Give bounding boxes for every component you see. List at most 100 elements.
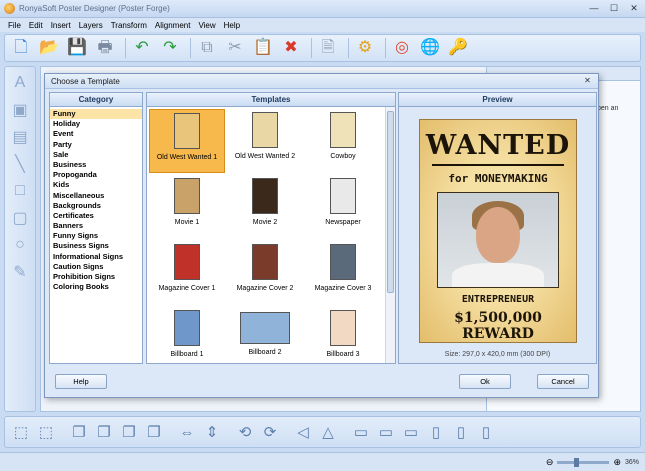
undo-icon[interactable]: ↶ bbox=[130, 37, 154, 59]
web-globe-icon[interactable]: 🌐 bbox=[418, 37, 442, 59]
template-item[interactable]: Magazine Cover 1 bbox=[149, 241, 225, 305]
image-frame-tool-icon[interactable]: ▤ bbox=[9, 126, 31, 148]
template-thumbnail bbox=[252, 112, 278, 148]
template-item[interactable]: Movie 1 bbox=[149, 175, 225, 239]
template-item[interactable]: Old West Wanted 2 bbox=[227, 109, 303, 173]
preview-pane: Preview WANTED for MONEYMAKING ENTREPREN… bbox=[398, 92, 597, 364]
maximize-button[interactable]: ☐ bbox=[607, 2, 621, 14]
template-thumbnail bbox=[252, 178, 278, 214]
template-item[interactable]: Old West Wanted 1 bbox=[149, 109, 225, 173]
group-icon[interactable]: ⬚ bbox=[11, 422, 31, 442]
pencil-tool-icon[interactable]: ✎ bbox=[9, 261, 31, 283]
rectangle-tool-icon[interactable]: □ bbox=[9, 180, 31, 202]
help-lifebuoy-icon[interactable]: ◎ bbox=[390, 37, 414, 59]
templates-header: Templates bbox=[147, 93, 395, 107]
settings-icon[interactable]: ⚙ bbox=[353, 37, 377, 59]
category-item[interactable]: Sale bbox=[50, 150, 142, 160]
menu-edit[interactable]: Edit bbox=[25, 21, 47, 30]
minimize-button[interactable]: — bbox=[587, 2, 601, 14]
menu-alignment[interactable]: Alignment bbox=[151, 21, 195, 30]
close-button[interactable]: ✕ bbox=[627, 2, 641, 14]
bring-forward-icon[interactable]: ❐ bbox=[119, 422, 139, 442]
line-tool-icon[interactable]: ╲ bbox=[9, 153, 31, 175]
template-item[interactable]: Billboard 3 bbox=[305, 307, 381, 363]
templates-scrollbar-thumb[interactable] bbox=[387, 111, 394, 293]
category-item[interactable]: Party bbox=[50, 140, 142, 150]
template-label: Magazine Cover 3 bbox=[314, 285, 372, 292]
rotate-left-icon[interactable]: ⟲ bbox=[235, 422, 255, 442]
print-icon[interactable]: 🖶 bbox=[93, 37, 117, 59]
category-item[interactable]: Certificates bbox=[50, 211, 142, 221]
zoom-out-icon[interactable]: ⊖ bbox=[546, 457, 554, 468]
category-item[interactable]: Propoganda bbox=[50, 170, 142, 180]
align-middle-icon[interactable]: ▯ bbox=[451, 422, 471, 442]
zoom-in-icon[interactable]: ⊕ bbox=[613, 457, 621, 468]
paste-icon[interactable]: 📋 bbox=[251, 37, 275, 59]
new-icon[interactable]: 🗋 bbox=[9, 37, 33, 59]
save-icon[interactable]: 💾 bbox=[65, 37, 89, 59]
template-item[interactable]: Billboard 2 bbox=[227, 307, 303, 363]
cut-icon[interactable]: ✂ bbox=[223, 37, 247, 59]
rotate-right-icon[interactable]: ⟳ bbox=[260, 422, 280, 442]
menu-insert[interactable]: Insert bbox=[47, 21, 75, 30]
redo-icon[interactable]: ↷ bbox=[158, 37, 182, 59]
menu-help[interactable]: Help bbox=[220, 21, 244, 30]
category-item[interactable]: Funny Signs bbox=[50, 231, 142, 241]
skew-right-icon[interactable]: △ bbox=[318, 422, 338, 442]
properties-icon[interactable]: 🗎 bbox=[316, 37, 340, 59]
zoom-slider[interactable] bbox=[557, 457, 610, 467]
menu-view[interactable]: View bbox=[194, 21, 219, 30]
category-item[interactable]: Coloring Books bbox=[50, 282, 142, 292]
key-icon[interactable]: 🔑 bbox=[446, 37, 470, 59]
templates-scrollbar[interactable] bbox=[385, 107, 395, 363]
zoom-slider-knob[interactable] bbox=[574, 457, 580, 467]
template-item[interactable]: Cowboy bbox=[305, 109, 381, 173]
align-center-icon[interactable]: ▭ bbox=[376, 422, 396, 442]
template-item[interactable]: Movie 2 bbox=[227, 175, 303, 239]
category-item[interactable]: Informational Signs bbox=[50, 252, 142, 262]
category-item[interactable]: Holiday bbox=[50, 119, 142, 129]
template-item[interactable]: Newspaper bbox=[305, 175, 381, 239]
flip-vertical-icon[interactable]: ⇕ bbox=[202, 422, 222, 442]
align-right-icon[interactable]: ▭ bbox=[401, 422, 421, 442]
category-item[interactable]: Prohibition Signs bbox=[50, 272, 142, 282]
align-bottom-icon[interactable]: ▯ bbox=[476, 422, 496, 442]
open-icon[interactable]: 📂 bbox=[37, 37, 61, 59]
copy-icon[interactable]: ⧉ bbox=[195, 37, 219, 59]
bring-front-icon[interactable]: ❐ bbox=[69, 422, 89, 442]
category-item[interactable]: Business Signs bbox=[50, 241, 142, 251]
template-item[interactable]: Magazine Cover 2 bbox=[227, 241, 303, 305]
help-button[interactable]: Help bbox=[55, 374, 107, 389]
category-item[interactable]: Backgrounds bbox=[50, 201, 142, 211]
category-item[interactable]: Event bbox=[50, 129, 142, 139]
delete-icon[interactable]: ✖ bbox=[279, 37, 303, 59]
text-tool-icon[interactable]: A bbox=[9, 72, 31, 94]
ok-button[interactable]: Ok bbox=[459, 374, 511, 389]
flip-horizontal-icon[interactable]: ⇔ bbox=[177, 422, 197, 442]
template-label: Billboard 2 bbox=[248, 349, 282, 356]
send-backward-icon[interactable]: ❐ bbox=[144, 422, 164, 442]
cancel-button[interactable]: Cancel bbox=[537, 374, 589, 389]
category-header: Category bbox=[50, 93, 142, 107]
ungroup-icon[interactable]: ⬚ bbox=[36, 422, 56, 442]
dialog-close-button[interactable]: ✕ bbox=[581, 75, 594, 87]
category-item[interactable]: Caution Signs bbox=[50, 262, 142, 272]
skew-left-icon[interactable]: ◁ bbox=[293, 422, 313, 442]
send-back-icon[interactable]: ❐ bbox=[94, 422, 114, 442]
category-item[interactable]: Business bbox=[50, 160, 142, 170]
category-item[interactable]: Funny bbox=[50, 109, 142, 120]
template-item[interactable]: Magazine Cover 3 bbox=[305, 241, 381, 305]
image-tool-icon[interactable]: ▣ bbox=[9, 99, 31, 121]
rounded-rect-tool-icon[interactable]: ▢ bbox=[9, 207, 31, 229]
align-top-icon[interactable]: ▯ bbox=[426, 422, 446, 442]
category-item[interactable]: Banners bbox=[50, 221, 142, 231]
menu-transform[interactable]: Transform bbox=[107, 21, 151, 30]
align-left-icon[interactable]: ▭ bbox=[351, 422, 371, 442]
category-item[interactable]: Kids bbox=[50, 180, 142, 190]
menu-layers[interactable]: Layers bbox=[75, 21, 107, 30]
template-item[interactable]: Billboard 1 bbox=[149, 307, 225, 363]
menu-file[interactable]: File bbox=[4, 21, 25, 30]
category-item[interactable]: Miscellaneous bbox=[50, 191, 142, 201]
template-label: Billboard 3 bbox=[326, 351, 360, 358]
ellipse-tool-icon[interactable]: ○ bbox=[9, 234, 31, 256]
